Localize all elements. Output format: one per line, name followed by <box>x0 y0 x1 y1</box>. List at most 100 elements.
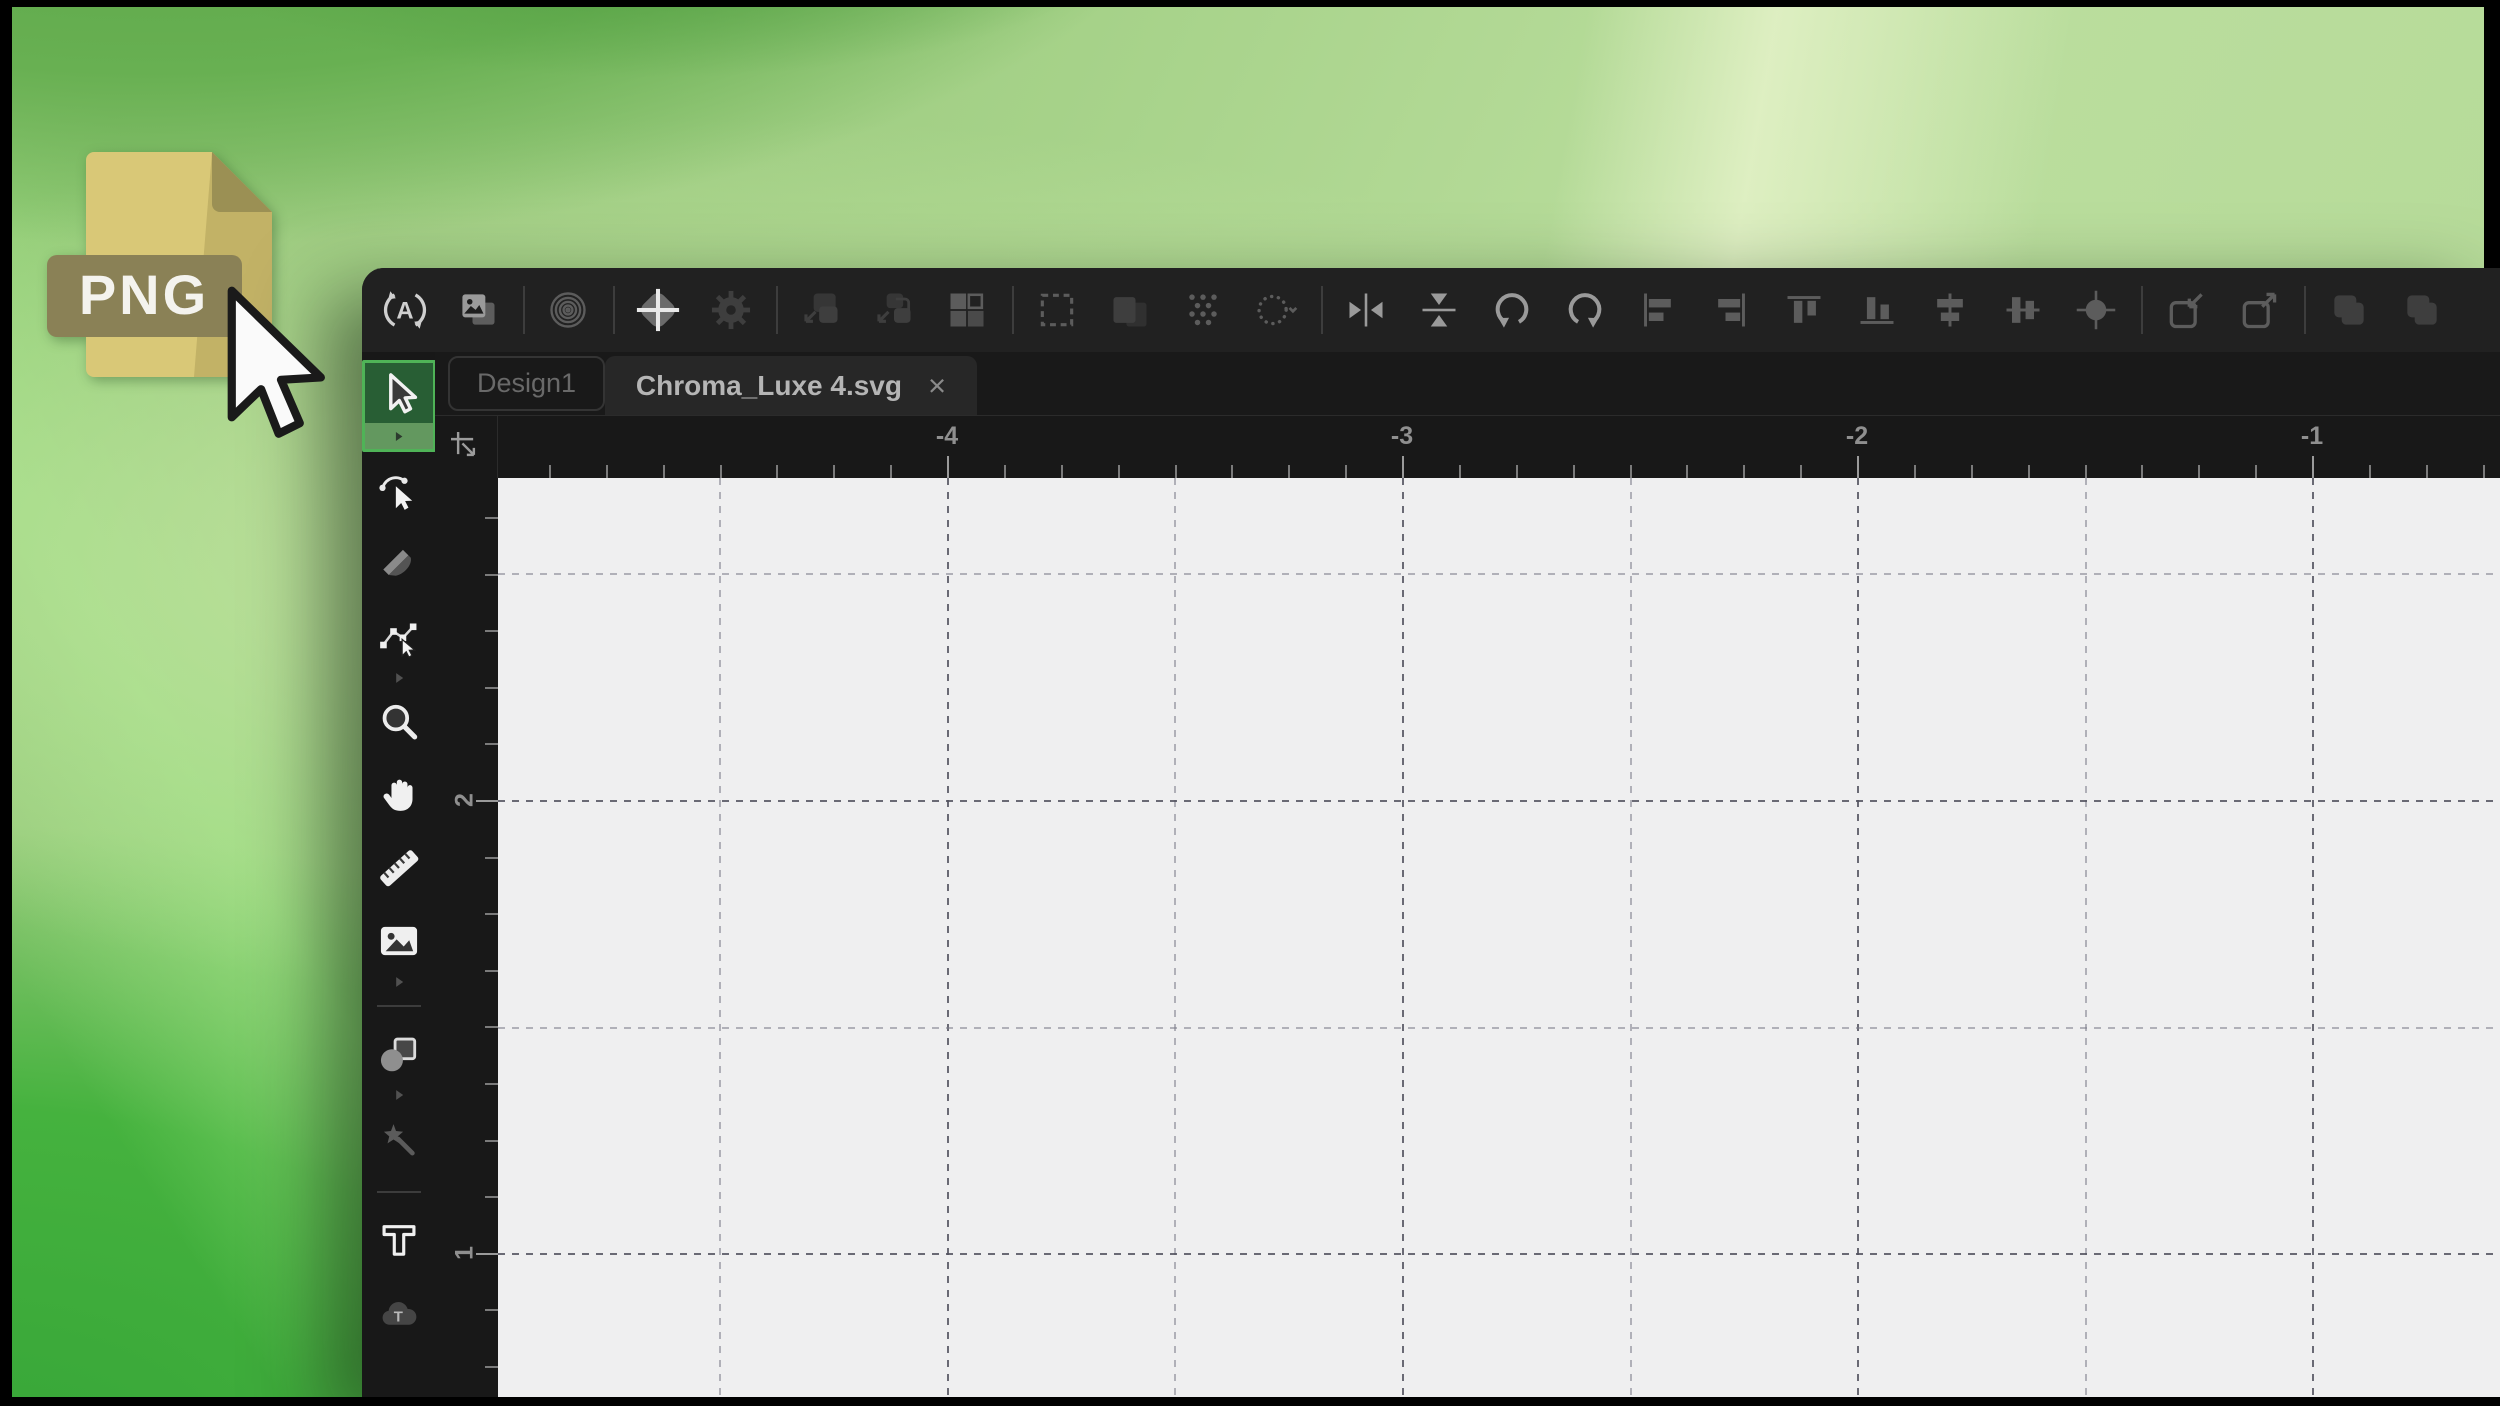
ruler-tick <box>2369 465 2371 478</box>
align-center-both-button[interactable] <box>2073 287 2119 333</box>
tab-chroma-luxe[interactable]: Chroma_Luxe 4.svg × <box>605 356 977 415</box>
ruler-unit-label: -2 <box>1846 422 1868 451</box>
ruler-tick <box>1800 465 1802 478</box>
measure-tool[interactable] <box>376 845 422 891</box>
file-type-label: PNG <box>79 263 209 326</box>
point-edit-tool[interactable] <box>376 614 422 660</box>
boolean-partial-button[interactable] <box>2399 287 2445 333</box>
autotrace-button[interactable]: A <box>382 287 428 333</box>
ruler-tick <box>1743 465 1745 478</box>
toolbar-separator <box>2141 286 2143 334</box>
dotted-circle-button[interactable] <box>1253 287 1299 333</box>
node-select-tool[interactable] <box>376 468 422 514</box>
select-tool-flyout[interactable] <box>365 423 433 449</box>
ruler-unit-label: -1 <box>2301 422 2323 451</box>
tool-palette-divider <box>377 1191 421 1193</box>
ruler-tick <box>485 913 498 915</box>
text-tool[interactable] <box>376 1217 422 1263</box>
window-body: T Design1 Chroma_Luxe 4.svg × <box>362 352 2500 1406</box>
align-right-button[interactable] <box>1708 287 1754 333</box>
settings-gear-button[interactable] <box>708 287 754 333</box>
shapes-group-flyout[interactable] <box>392 1088 406 1102</box>
knife-tool[interactable] <box>376 541 422 587</box>
export-button[interactable] <box>2236 287 2282 333</box>
flip-horizontal-button[interactable] <box>1343 287 1389 333</box>
image-trace-button[interactable] <box>455 287 501 333</box>
grid-line-vertical <box>1402 478 1404 1406</box>
screen-bezel <box>0 1397 2500 1406</box>
mask-button[interactable] <box>1107 287 1153 333</box>
align-bottom-button[interactable] <box>1854 287 1900 333</box>
ruler-tick <box>485 1083 498 1085</box>
ruler-tick <box>485 630 498 632</box>
rotate-ccw-button[interactable] <box>1489 287 1535 333</box>
grid-line-vertical <box>947 478 949 1406</box>
ruler-tick <box>1914 465 1916 478</box>
canvas-row: 21 <box>435 478 2500 1406</box>
tile-grid-button[interactable] <box>944 287 990 333</box>
ruler-corner[interactable] <box>435 416 498 478</box>
ruler-tick <box>2483 465 2485 478</box>
ruler-tick <box>549 465 551 478</box>
vertical-ruler: 21 <box>435 478 498 1406</box>
ruler-tick <box>485 1140 498 1142</box>
ruler-tick <box>2198 465 2200 478</box>
snap-center-button[interactable] <box>635 287 681 333</box>
spiral-tool-button[interactable] <box>545 287 591 333</box>
ruler-unit-label: -3 <box>1391 422 1413 451</box>
ruler-tick <box>1004 465 1006 478</box>
pattern-dots-button[interactable] <box>1180 287 1226 333</box>
ruler-tick <box>2085 465 2087 478</box>
import-button[interactable] <box>2163 287 2209 333</box>
ruler-tick <box>720 465 722 478</box>
tab-close-icon[interactable]: × <box>928 370 946 401</box>
ruler-tick <box>485 687 498 689</box>
ruler-tick <box>776 465 778 478</box>
screen-bezel <box>2484 0 2500 268</box>
toolbar-separator <box>776 286 778 334</box>
text-cloud-tool[interactable]: T <box>376 1290 422 1336</box>
magic-wand-tool[interactable] <box>376 1116 422 1162</box>
boolean-union-button[interactable] <box>2326 287 2372 333</box>
tab-design1[interactable]: Design1 <box>448 356 605 411</box>
selection-frame-button[interactable] <box>1034 287 1080 333</box>
canvas[interactable] <box>498 478 2500 1406</box>
ruler-tick <box>947 456 949 478</box>
tab-label: Design1 <box>477 368 576 399</box>
align-center-h-button[interactable] <box>1927 287 1973 333</box>
select-tool[interactable] <box>362 360 435 452</box>
grid-line-vertical <box>2312 478 2314 1406</box>
ruler-tick <box>1686 465 1688 478</box>
align-center-v-button[interactable] <box>2000 287 2046 333</box>
grid-line-vertical <box>1630 478 1632 1406</box>
grid-line-vertical <box>1857 478 1859 1406</box>
ruler-tick <box>1459 465 1461 478</box>
ruler-tick <box>485 1196 498 1198</box>
grid-line-vertical <box>2085 478 2087 1406</box>
toolbar-separator <box>613 286 615 334</box>
tool-palette-divider <box>377 1005 421 1007</box>
paste-style-button[interactable] <box>871 287 917 333</box>
ruler-tick <box>606 465 608 478</box>
align-left-button[interactable] <box>1635 287 1681 333</box>
align-top-button[interactable] <box>1781 287 1827 333</box>
svg-text:T: T <box>393 1309 402 1326</box>
top-toolbar: A <box>362 268 2500 352</box>
crop-corner-icon <box>446 427 486 467</box>
image-group-flyout[interactable] <box>392 975 406 989</box>
ruler-tick <box>890 465 892 478</box>
ruler-tick <box>2255 465 2257 478</box>
hand-tool[interactable] <box>376 772 422 818</box>
toolbar-separator <box>2304 286 2306 334</box>
flip-vertical-button[interactable] <box>1416 287 1462 333</box>
toolbar-separator <box>523 286 525 334</box>
app-window: A T Design1 Chroma_Luxe 4.svg × <box>362 268 2500 1406</box>
image-tool[interactable] <box>376 918 422 964</box>
pen-group-flyout[interactable] <box>392 671 406 685</box>
zoom-tool[interactable] <box>376 699 422 745</box>
copy-style-button[interactable] <box>798 287 844 333</box>
shapes-tool[interactable] <box>376 1031 422 1077</box>
rotate-cw-button[interactable] <box>1562 287 1608 333</box>
ruler-tick <box>1175 465 1177 478</box>
screen: PNG A T Design1 Chroma_Luxe 4.svg × <box>0 0 2500 1406</box>
